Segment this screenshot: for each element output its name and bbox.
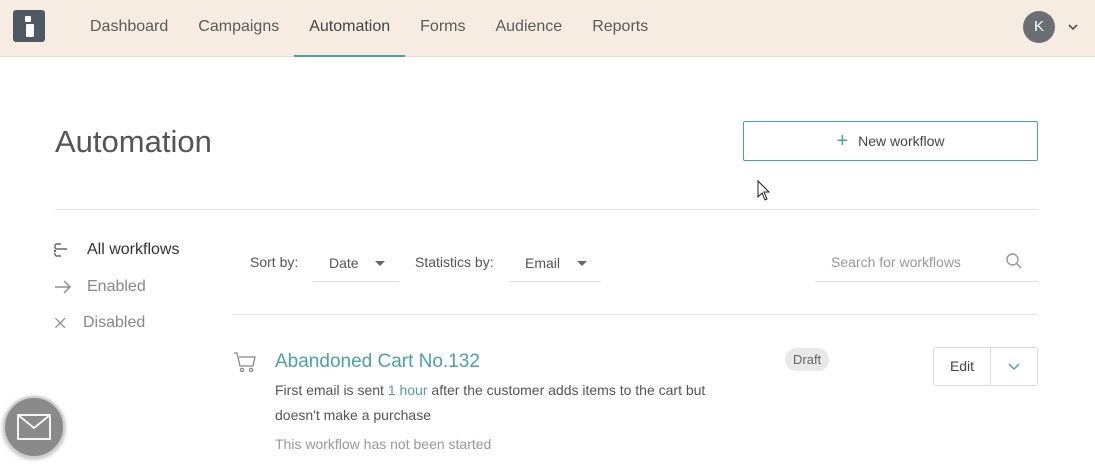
search-icon[interactable] [1005,252,1023,270]
sort-value: Date [329,254,359,271]
avatar[interactable]: K [1023,11,1055,43]
shopping-cart-icon [234,352,256,373]
sidebar-item-label: Enabled [87,278,146,295]
new-workflow-button[interactable]: + New workflow [743,121,1038,161]
new-workflow-label: New workflow [858,133,945,149]
header-divider [55,209,1038,210]
nav-forms[interactable]: Forms [405,0,480,57]
envelope-icon [17,414,51,440]
sidebar-item-all-workflows[interactable]: All workflows [53,241,179,259]
plus-icon: + [836,130,849,152]
status-badge: Draft [785,348,830,371]
sort-dropdown[interactable]: Date [313,244,399,282]
top-navbar: Dashboard Campaigns Automation Forms Aud… [0,0,1095,57]
nav-campaigns[interactable]: Campaigns [183,0,294,57]
workflow-description-text: First email is sent [275,382,388,398]
sidebar-item-enabled[interactable]: Enabled [53,278,146,296]
workflow-delay-highlight: 1 hour [387,382,428,398]
statistics-dropdown[interactable]: Email [509,244,601,282]
search-input[interactable] [831,254,1001,270]
caret-down-icon [375,261,385,266]
caret-down-icon [577,261,587,266]
chat-widget-button[interactable] [3,396,65,458]
statistics-value: Email [525,254,561,271]
nav-dashboard[interactable]: Dashboard [75,0,183,57]
sidebar-item-label: Disabled [83,314,146,331]
chevron-down-icon[interactable] [1066,20,1080,34]
workflow-icon [53,243,67,257]
sidebar-item-label: All workflows [87,241,180,258]
workflow-description: First email is sent 1 hour after the cus… [275,378,735,428]
page-title: Automation [55,124,212,159]
chevron-down-icon [1008,363,1020,370]
nav-automation[interactable]: Automation [294,0,406,57]
nav-reports[interactable]: Reports [577,0,663,57]
nav-audience[interactable]: Audience [480,0,577,57]
edit-options-dropdown[interactable] [991,348,1037,385]
arrow-right-icon [55,280,71,294]
workflow-status-text: This workflow has not been started [275,436,492,452]
close-icon [55,317,66,329]
sort-by-label: Sort by: [250,254,299,270]
search-box [815,244,1038,282]
app-logo[interactable] [13,10,45,42]
edit-button[interactable]: Edit [934,348,991,385]
workflow-title-link[interactable]: Abandoned Cart No.132 [275,351,480,373]
mouse-cursor-icon [757,180,771,201]
list-divider [233,314,1038,315]
edit-button-group: Edit [933,347,1038,386]
main-nav: Dashboard Campaigns Automation Forms Aud… [75,0,663,57]
statistics-by-label: Statistics by: [415,254,494,270]
sidebar-item-disabled[interactable]: Disabled [53,314,145,332]
